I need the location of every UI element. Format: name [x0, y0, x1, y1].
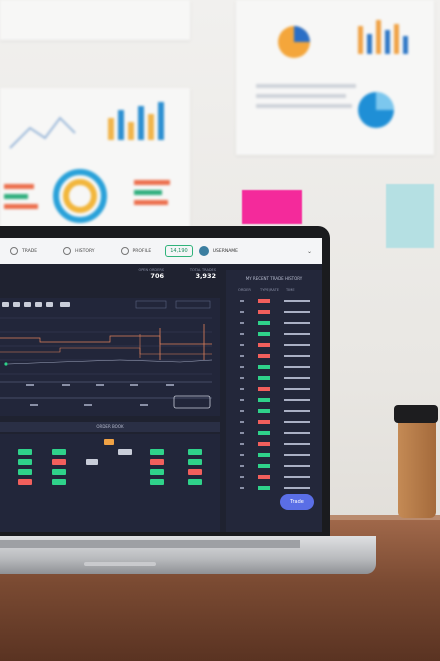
order-book-title: ORDER BOOK: [96, 424, 124, 429]
stat-open-orders: OPEN ORDERS 706: [126, 268, 164, 280]
col-header-time: TIME: [286, 288, 295, 292]
laptop-screen: TRADE HISTORY PROFILE 14,190 USERNAME ⌄ …: [0, 238, 322, 532]
pink-sticky-note: [242, 190, 302, 224]
blue-sticky-note: [386, 184, 434, 248]
order-book-header: ORDER BOOK: [0, 422, 220, 432]
trade-history-title: MY RECENT TRADE HISTORY: [245, 276, 303, 281]
username: USERNAME: [212, 248, 238, 254]
table-row: [0, 458, 220, 467]
price-chart-panel: [0, 298, 220, 416]
col-header-type: TYPE/RATE: [260, 288, 280, 292]
nav-item-profile[interactable]: PROFILE: [120, 247, 152, 255]
avatar[interactable]: [198, 246, 209, 256]
trade-icon: [10, 247, 18, 255]
poster-middle-left: [0, 88, 190, 228]
poster-top-left: [0, 0, 190, 40]
chevron-down-icon[interactable]: ⌄: [307, 248, 312, 255]
nav-item-history[interactable]: HISTORY: [63, 247, 95, 255]
col-header-order: ORDER: [238, 288, 251, 292]
nav-history-label: HISTORY: [75, 248, 95, 254]
app-top-nav: TRADE HISTORY PROFILE 14,190 USERNAME ⌄: [0, 238, 322, 264]
trade-button-label: Trade: [290, 499, 304, 505]
history-icon: [63, 247, 72, 255]
profile-icon: [120, 247, 129, 255]
table-row: [0, 478, 220, 487]
stat-value: 3,932: [195, 272, 216, 280]
trade-history-panel: MY RECENT TRADE HISTORY ORDER TYPE/RATE …: [226, 270, 322, 532]
nav-profile-label: PROFILE: [132, 248, 152, 254]
coffee-cup: [398, 418, 436, 518]
balance-badge[interactable]: 14,190: [165, 245, 193, 257]
coffee-cup-lid: [394, 405, 438, 423]
price-chart: [0, 300, 213, 409]
stat-value: 706: [150, 272, 164, 280]
order-book-panel: [0, 434, 220, 532]
trade-button[interactable]: Trade: [280, 494, 314, 510]
table-row: [0, 468, 220, 477]
laptop-trackpad-notch: [84, 562, 156, 566]
poster-top-right: [236, 0, 434, 155]
nav-trade-label: TRADE: [22, 248, 38, 254]
table-header-row: ORDER TYPE/RATE TIME: [226, 286, 322, 295]
laptop-keyboard-edge: [0, 540, 300, 548]
table-row: [0, 438, 220, 447]
table-row: [0, 448, 220, 457]
stat-total-trades: TOTAL TRADES 3,932: [176, 268, 216, 280]
nav-item-trade[interactable]: TRADE: [10, 247, 37, 255]
